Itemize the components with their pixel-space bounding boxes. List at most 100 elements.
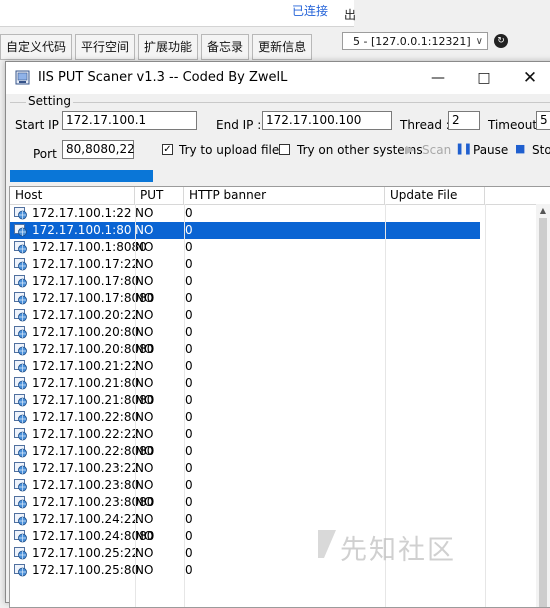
host-icon	[14, 309, 27, 322]
tab-custom-code[interactable]: 自定义代码	[0, 34, 73, 60]
put-cell: NO	[135, 359, 154, 373]
host-icon	[14, 428, 27, 441]
banner-cell: 0	[185, 495, 193, 509]
put-cell: NO	[135, 291, 154, 305]
scan-button[interactable]: Scan	[422, 143, 451, 157]
window-title: IIS PUT Scaner v1.3 -- Coded By ZwelL	[38, 70, 288, 85]
table-row[interactable]: 172.17.100.23:22 NO 0	[10, 460, 480, 477]
connection-status: 已连接	[292, 4, 329, 18]
banner-cell: 0	[185, 546, 193, 560]
host-cell: 172.17.100.22:22	[32, 427, 140, 441]
table-row[interactable]: 172.17.100.22:22 NO 0	[10, 426, 480, 443]
put-cell: NO	[135, 546, 154, 560]
tab-parallel-space[interactable]: 平行空间	[75, 34, 136, 60]
table-row[interactable]: 172.17.100.24:22 NO 0	[10, 511, 480, 528]
host-icon	[14, 462, 27, 475]
scan-icon: ▶	[406, 143, 415, 156]
table-row[interactable]: 172.17.100.1:80 NO 0	[10, 222, 480, 239]
table-row[interactable]: 172.17.100.20:8080 NO 0	[10, 341, 480, 358]
host-cell: 172.17.100.23:22	[32, 461, 140, 475]
host-cell: 172.17.100.1:80	[32, 223, 132, 237]
title-bar[interactable]: IIS PUT Scaner v1.3 -- Coded By ZwelL — …	[6, 62, 550, 94]
host-icon	[14, 224, 27, 237]
host-icon	[14, 258, 27, 271]
table-row[interactable]: 172.17.100.17:80 NO 0	[10, 273, 480, 290]
minimize-button[interactable]: —	[415, 62, 461, 94]
put-cell: NO	[135, 512, 154, 526]
put-cell: NO	[135, 529, 154, 543]
scrollbar-thumb[interactable]	[539, 218, 547, 607]
host-cell: 172.17.100.17:80	[32, 274, 140, 288]
put-cell: NO	[135, 376, 154, 390]
host-cell: 172.17.100.22:80	[32, 410, 140, 424]
banner-cell: 0	[185, 359, 193, 373]
scroll-up-icon[interactable]: ▲	[536, 204, 550, 218]
chevron-down-icon: ∨	[475, 36, 483, 47]
banner-cell: 0	[185, 223, 193, 237]
table-row[interactable]: 172.17.100.21:80 NO 0	[10, 375, 480, 392]
other-systems-checkbox[interactable]	[279, 144, 290, 155]
banner-cell: 0	[185, 563, 193, 577]
results-list[interactable]: Host PUT HTTP banner Update File 172.17.…	[9, 186, 550, 608]
table-row[interactable]: 172.17.100.22:8080 NO 0	[10, 443, 480, 460]
banner-cell: 0	[185, 393, 193, 407]
table-row[interactable]: 172.17.100.20:80 NO 0	[10, 324, 480, 341]
background-top-panel: 已连接	[0, 0, 354, 27]
banner-cell: 0	[185, 257, 193, 271]
column-divider	[485, 204, 486, 607]
host-icon	[14, 394, 27, 407]
upload-label: Try to upload file	[179, 143, 280, 157]
table-row[interactable]: 172.17.100.23:80 NO 0	[10, 477, 480, 494]
setting-group-border	[10, 102, 550, 103]
start-ip-field[interactable]: 172.17.100.1	[62, 111, 197, 130]
stop-button[interactable]: Stop	[532, 143, 550, 157]
tab-update-info[interactable]: 更新信息	[252, 34, 313, 60]
column-host[interactable]: Host	[10, 187, 135, 204]
host-icon	[14, 547, 27, 560]
banner-cell: 0	[185, 274, 193, 288]
host-cell: 172.17.100.24:22	[32, 512, 140, 526]
put-cell: NO	[135, 410, 154, 424]
table-row[interactable]: 172.17.100.1:8080 NO 0	[10, 239, 480, 256]
host-cell: 172.17.100.17:22	[32, 257, 140, 271]
tab-memo[interactable]: 备忘录	[201, 34, 250, 60]
put-cell: NO	[135, 274, 154, 288]
column-update-file[interactable]: Update File	[385, 187, 485, 204]
banner-cell: 0	[185, 206, 193, 220]
host-icon	[14, 377, 27, 390]
table-row[interactable]: 172.17.100.17:8080 NO 0	[10, 290, 480, 307]
server-select[interactable]: 5 - [127.0.0.1:12321] ∨	[342, 32, 488, 50]
table-row[interactable]: 172.17.100.17:22 NO 0	[10, 256, 480, 273]
maximize-button[interactable]: □	[461, 62, 507, 94]
upload-checkbox[interactable]: ✓	[162, 144, 173, 155]
column-divider	[135, 204, 136, 607]
end-ip-field[interactable]: 172.17.100.100	[262, 111, 392, 130]
tab-extensions[interactable]: 扩展功能	[138, 34, 199, 60]
table-row[interactable]: 172.17.100.1:22 NO 0	[10, 205, 480, 222]
column-put[interactable]: PUT	[135, 187, 184, 204]
banner-cell: 0	[185, 325, 193, 339]
close-button[interactable]: ✕	[507, 62, 550, 94]
pause-button[interactable]: Pause	[473, 143, 508, 157]
port-field[interactable]: 80,8080,22	[62, 140, 135, 159]
vertical-scrollbar[interactable]: ▲	[536, 204, 550, 607]
table-row[interactable]: 172.17.100.21:8080 NO 0	[10, 392, 480, 409]
refresh-icon[interactable]: ↻	[494, 34, 508, 48]
scanner-window: IIS PUT Scaner v1.3 -- Coded By ZwelL — …	[5, 61, 550, 608]
host-icon	[14, 445, 27, 458]
background-menu-fragment[interactable]: 出	[344, 6, 356, 23]
put-cell: NO	[135, 257, 154, 271]
table-row[interactable]: 172.17.100.20:22 NO 0	[10, 307, 480, 324]
thread-field[interactable]: 2	[448, 111, 480, 130]
watermark-text: 先知社区	[340, 535, 456, 566]
table-row[interactable]: 172.17.100.23:8080 NO 0	[10, 494, 480, 511]
stop-icon: ■	[515, 142, 526, 155]
thread-label: Thread :	[400, 118, 450, 132]
table-row[interactable]: 172.17.100.22:80 NO 0	[10, 409, 480, 426]
table-row[interactable]: 172.17.100.21:22 NO 0	[10, 358, 480, 375]
put-cell: NO	[135, 223, 154, 237]
column-http-banner[interactable]: HTTP banner	[184, 187, 385, 204]
host-icon	[14, 411, 27, 424]
list-header: Host PUT HTTP banner Update File	[10, 187, 550, 205]
timeout-field[interactable]: 5	[536, 111, 550, 130]
